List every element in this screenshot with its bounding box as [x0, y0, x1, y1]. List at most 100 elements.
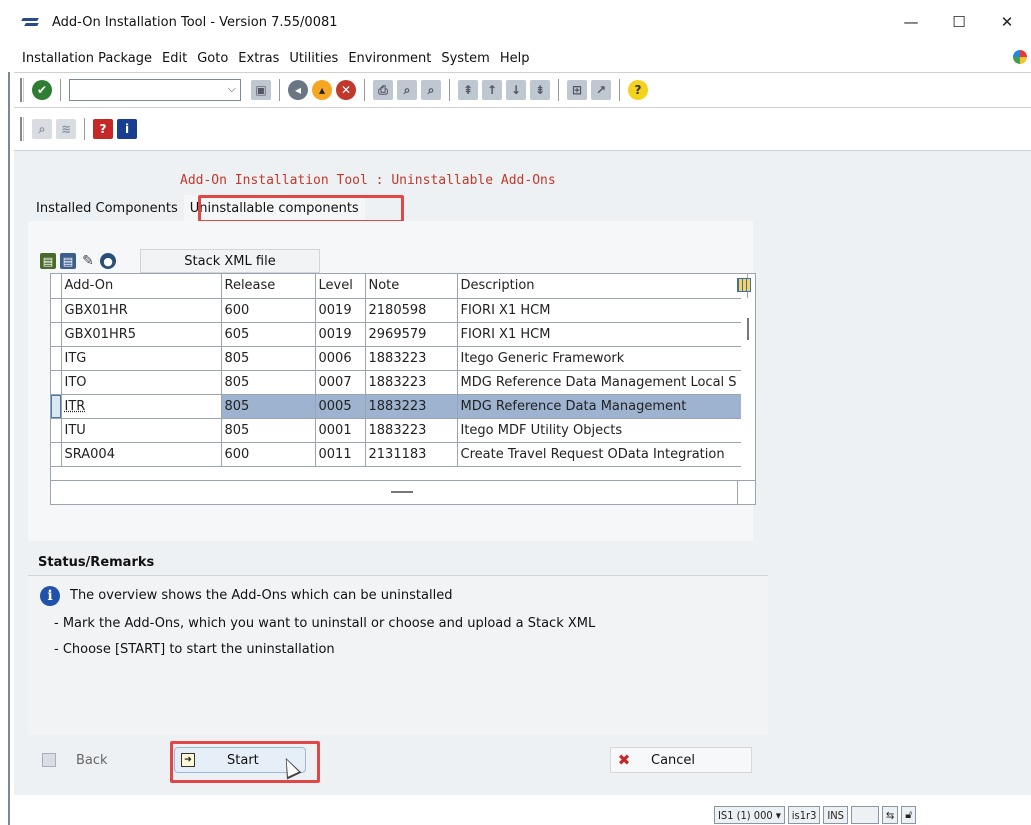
cell-description: FIORI X1 HCM: [457, 298, 748, 323]
first-page-icon[interactable]: ⇞: [458, 80, 478, 100]
next-page-icon[interactable]: ↓: [506, 80, 526, 100]
selection-column-header[interactable]: [51, 274, 62, 299]
highlight-start-box: [170, 741, 320, 783]
exit-icon[interactable]: ▴: [312, 80, 332, 100]
close-button[interactable]: ✕: [983, 0, 1031, 44]
row-selector[interactable]: [51, 322, 62, 347]
system-info[interactable]: IS1 (1) 000 ▾: [714, 806, 785, 824]
row-selector[interactable]: [51, 442, 62, 467]
ok-icon[interactable]: ✔: [32, 80, 52, 100]
table-row[interactable]: ITG 805 0006 1883223 Itego Generic Frame…: [51, 346, 748, 371]
maximize-button[interactable]: ☐: [935, 0, 983, 44]
column-header-level[interactable]: Level: [315, 274, 366, 299]
row-selector[interactable]: [51, 298, 62, 323]
row-selector[interactable]: [51, 418, 62, 443]
table-row[interactable]: ITO 805 0007 1883223 MDG Reference Data …: [51, 370, 748, 395]
row-selector[interactable]: [51, 394, 62, 419]
package-info-icon[interactable]: ?: [93, 119, 113, 139]
toolbar-separator: [449, 79, 450, 101]
column-header-addon[interactable]: Add-On: [61, 274, 222, 299]
scroll-thumb[interactable]: [747, 318, 749, 340]
menu-system[interactable]: System: [436, 51, 494, 66]
command-field[interactable]: ⌵: [69, 79, 241, 101]
back-button[interactable]: Back: [36, 747, 176, 773]
select-all-icon[interactable]: ▤: [40, 253, 56, 269]
cell-level: 0019: [315, 298, 366, 323]
layout-icon[interactable]: ⇆: [881, 806, 899, 824]
row-selector[interactable]: [51, 346, 62, 371]
menu-utilities[interactable]: Utilities: [284, 51, 343, 66]
cell-release: 805: [221, 418, 316, 443]
toolbar-grip: [20, 78, 24, 102]
standard-toolbar: ✔ ⌵ ▣ ◂ ▴ ✕ ⎙ ⌕ ⌕ ⇞ ↑ ↓ ⇟ ⊞ ↗ ?: [14, 72, 1031, 108]
cell-addon: ITG: [61, 346, 222, 371]
deselect-all-icon[interactable]: ▤: [60, 253, 76, 269]
save-icon[interactable]: ▣: [251, 80, 271, 100]
toolbar-separator: [619, 79, 620, 101]
window-title: Add-On Installation Tool - Version 7.55/…: [52, 14, 338, 30]
table-row[interactable]: ITU 805 0001 1883223 Itego MDF Utility O…: [51, 418, 748, 443]
minimize-button[interactable]: —: [887, 0, 935, 44]
column-settings-icon[interactable]: [737, 278, 751, 292]
tab-panel: ▤ ▤ ✎ ● Stack XML file Add-On Release Le…: [28, 221, 756, 541]
chevron-down-icon[interactable]: ⌵: [228, 82, 236, 96]
column-header-description[interactable]: Description: [457, 274, 748, 299]
window-controls: — ☐ ✕: [887, 0, 1031, 44]
table-row[interactable]: SRA004 600 0011 2131183 Create Travel Re…: [51, 442, 748, 467]
cell-level: 0005: [315, 394, 366, 419]
cell-release: 805: [221, 394, 316, 419]
horizontal-scrollbar[interactable]: [51, 480, 743, 504]
display-log-icon[interactable]: ⌕: [32, 119, 52, 139]
find-icon[interactable]: ⌕: [397, 80, 417, 100]
previous-page-icon[interactable]: ↑: [482, 80, 502, 100]
status-line-2: - Mark the Add-Ons, which you want to un…: [54, 616, 596, 631]
cell-description: Itego MDF Utility Objects: [457, 418, 748, 443]
status-blank: [850, 806, 879, 824]
menu-help[interactable]: Help: [495, 51, 535, 66]
back-icon: [42, 753, 56, 767]
menu-environment[interactable]: Environment: [343, 51, 436, 66]
cell-release: 805: [221, 370, 316, 395]
new-session-icon[interactable]: ⊞: [567, 80, 587, 100]
row-selector[interactable]: [51, 370, 62, 395]
grid-toolbar: ▤ ▤ ✎ ● Stack XML file: [38, 249, 378, 273]
lock-icon[interactable]: 🔓︎: [901, 806, 917, 824]
table-row[interactable]: GBX01HR 600 0019 2180598 FIORI X1 HCM: [51, 298, 748, 323]
menu-goto[interactable]: Goto: [192, 51, 233, 66]
cell-note: 1883223: [365, 418, 458, 443]
table-row[interactable]: GBX01HR5 605 0019 2969579 FIORI X1 HCM: [51, 322, 748, 347]
vertical-scrollbar[interactable]: [741, 298, 755, 478]
cancel-icon[interactable]: ✕: [336, 80, 356, 100]
queue-icon[interactable]: ≋: [56, 119, 76, 139]
back-icon[interactable]: ◂: [288, 80, 308, 100]
sap-gui-icon: [22, 16, 42, 28]
status-section-title: Status/Remarks: [38, 555, 155, 570]
menu-edit[interactable]: Edit: [157, 51, 192, 66]
find-next-icon[interactable]: ⌕: [421, 80, 441, 100]
edit-icon[interactable]: ✎: [80, 253, 96, 269]
cell-description: FIORI X1 HCM: [457, 322, 748, 347]
table-row-selected[interactable]: ITR 805 0005 1883223 MDG Reference Data …: [51, 394, 748, 419]
shortcut-icon[interactable]: ↗: [591, 80, 611, 100]
column-header-release[interactable]: Release: [221, 274, 316, 299]
menu-installation-package[interactable]: Installation Package: [14, 51, 157, 66]
cell-release: 605: [221, 322, 316, 347]
tab-installed-components[interactable]: Installed Components: [30, 195, 184, 221]
information-icon[interactable]: i: [117, 119, 137, 139]
cell-description: MDG Reference Data Management: [457, 394, 748, 419]
last-page-icon[interactable]: ⇟: [530, 80, 550, 100]
status-line-1: The overview shows the Add-Ons which can…: [70, 588, 453, 603]
addon-table: Add-On Release Level Note Description GB…: [50, 273, 756, 505]
cell-note: 1883223: [365, 394, 458, 419]
menu-extras[interactable]: Extras: [233, 51, 284, 66]
stack-xml-button[interactable]: Stack XML file: [140, 249, 320, 273]
column-header-note[interactable]: Note: [365, 274, 458, 299]
cell-level: 0011: [315, 442, 366, 467]
cancel-button[interactable]: ✖ Cancel: [610, 747, 752, 773]
status-remarks-box: i The overview shows the Add-Ons which c…: [28, 575, 768, 735]
scroll-thumb[interactable]: [391, 491, 413, 493]
cell-release: 805: [221, 346, 316, 371]
upload-icon[interactable]: ●: [100, 253, 116, 269]
help-icon[interactable]: ?: [628, 80, 648, 100]
print-icon[interactable]: ⎙: [373, 80, 393, 100]
